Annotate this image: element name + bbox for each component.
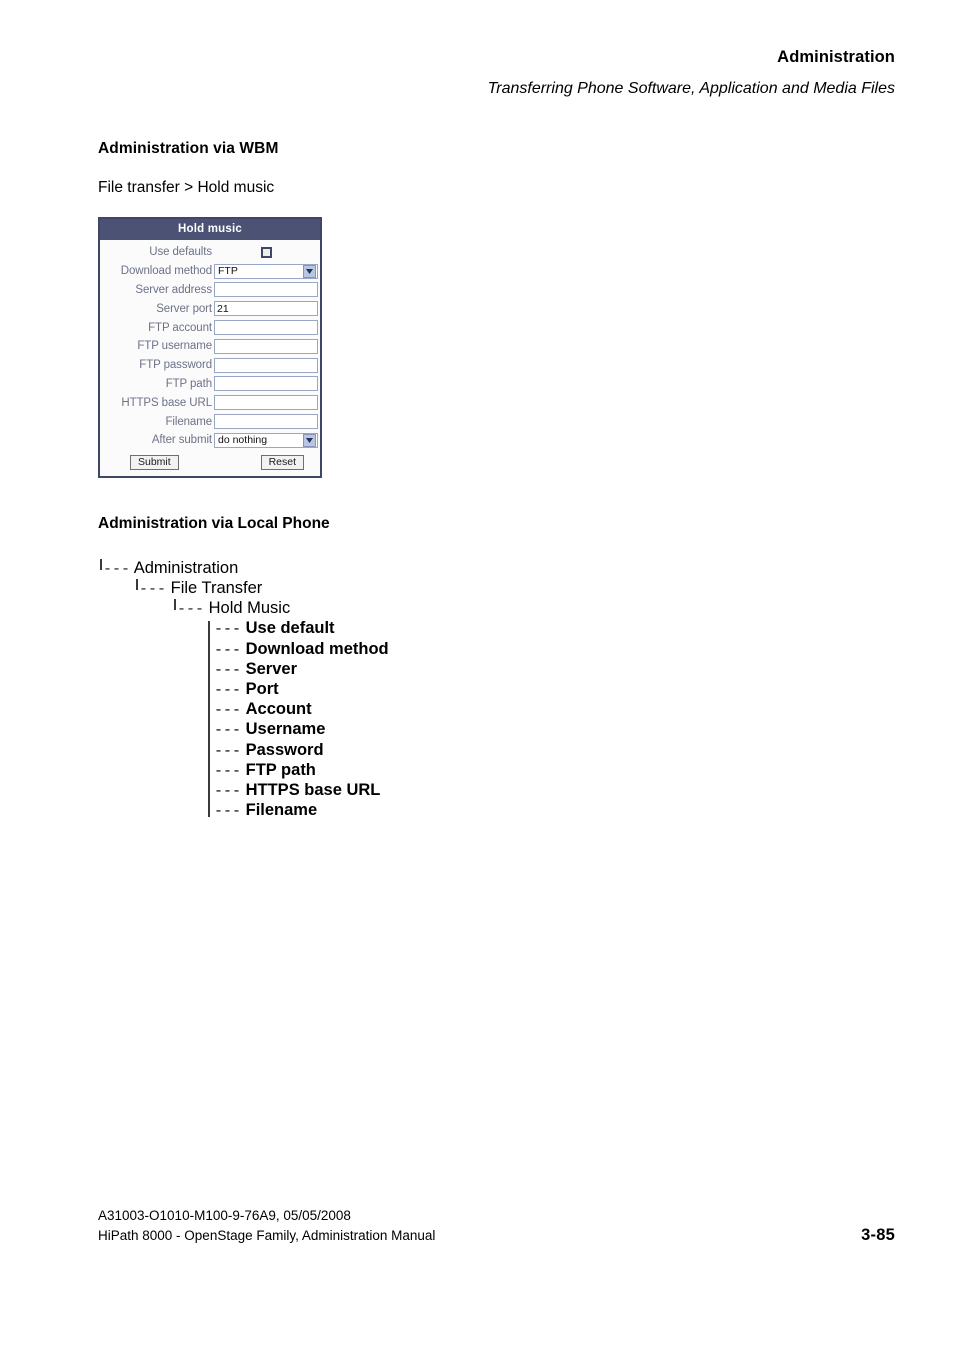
tree-branch-marker: --- [214, 661, 242, 679]
tree-leaf-label: HTTPS base URL [245, 781, 381, 799]
tree-leaf-server: --- Server [208, 660, 898, 680]
chevron-down-icon[interactable] [303, 264, 316, 278]
tree-leaf-use-default: --- Use default [208, 619, 898, 639]
tree-leaf-label: Download method [245, 639, 389, 658]
tree-node-hold-music: --- Hold Music [98, 599, 898, 619]
tree-leaf-label: Account [245, 700, 312, 719]
ftp-password-input[interactable] [214, 357, 318, 373]
tree-leaf-label: Use default [245, 619, 335, 638]
ftp-path-label: FTP path [165, 377, 212, 390]
form-row: Server port 21 [102, 299, 318, 318]
tree-node-file-transfer: --- File Transfer [98, 578, 898, 599]
server-address-input[interactable] [214, 282, 318, 298]
after-submit-value: do nothing [218, 433, 268, 446]
tree-label-administration: Administration [133, 558, 239, 577]
tree-leaf-label: Server [245, 659, 297, 678]
tree-label-hold-music: Hold Music [208, 599, 291, 618]
ftp-account-label: FTP account [148, 321, 212, 334]
header-subtitle: Transferring Phone Software, Application… [487, 79, 895, 97]
use-defaults-checkbox[interactable] [260, 246, 272, 258]
breadcrumb: File transfer > Hold music [98, 179, 275, 196]
ftp-account-input[interactable] [214, 320, 318, 336]
tree-leaf-account: --- Account [208, 700, 898, 720]
tree-leaf-label: Port [245, 679, 279, 698]
https-base-url-label: HTTPS base URL [121, 396, 212, 409]
tree-branch-marker: --- [177, 601, 205, 619]
form-row: Server address [102, 281, 318, 300]
tree-connector [174, 599, 176, 611]
tree-leaf-ftp-path: --- FTP path [208, 761, 898, 781]
https-base-url-input[interactable] [214, 395, 318, 411]
form-button-row: Submit Reset [102, 452, 318, 472]
section-heading-wbm: Administration via WBM [98, 140, 279, 157]
form-row: Use defaults [102, 243, 318, 262]
page-running-header: Administration Transferring Phone Softwa… [488, 48, 895, 98]
filename-label: Filename [165, 415, 213, 428]
download-method-select[interactable]: FTP [214, 263, 318, 279]
tree-connector [136, 578, 138, 590]
filename-input[interactable] [214, 414, 318, 430]
tree-branch-marker: --- [214, 641, 242, 659]
tree-leaf-label: FTP path [245, 760, 316, 779]
server-address-label: Server address [135, 283, 212, 296]
tree-leaf-username: --- Username [208, 720, 898, 740]
tree-leaf-port: --- Port [208, 680, 898, 700]
ftp-username-input[interactable] [214, 338, 318, 354]
ftp-path-input[interactable] [214, 376, 318, 392]
after-submit-label: After submit [151, 434, 212, 447]
tree-branch-marker: --- [214, 783, 242, 800]
form-row: FTP account [102, 318, 318, 337]
form-row: After submit do nothing [102, 431, 318, 450]
tree-branch-marker: --- [214, 621, 242, 639]
tree-branch-marker: --- [214, 681, 242, 699]
tree-branch-marker: --- [214, 803, 242, 821]
tree-branch-marker: --- [214, 762, 242, 780]
form-row: FTP username [102, 337, 318, 356]
tree-node-administration: --- Administration [98, 558, 898, 579]
page-content: Administration via WBM File transfer > H… [98, 140, 898, 821]
header-title: Administration [777, 48, 895, 66]
tree-branch-marker: --- [103, 560, 131, 578]
wbm-form-body: Use defaults Download method FTP Server … [100, 240, 320, 476]
tree-branch-marker: --- [214, 702, 242, 720]
after-submit-select[interactable]: do nothing [214, 432, 318, 448]
tree-leaf-password: --- Password [208, 741, 898, 761]
server-port-input[interactable]: 21 [214, 301, 318, 317]
form-row: Filename [102, 412, 318, 431]
form-row: Download method FTP [102, 262, 318, 281]
footer-manual-title: HiPath 8000 - OpenStage Family, Administ… [98, 1228, 436, 1244]
tree-leaf-https-base-url: --- HTTPS base URL [208, 781, 898, 801]
chevron-down-icon[interactable] [303, 433, 316, 447]
ftp-username-label: FTP username [137, 340, 212, 353]
server-port-label: Server port [156, 302, 212, 315]
tree-leaf-list: --- Use default --- Download method --- … [98, 619, 898, 821]
wbm-form-screenshot: Hold music Use defaults Download method … [98, 217, 322, 478]
download-method-label: Download method [120, 265, 212, 278]
tree-label-file-transfer: File Transfer [170, 578, 263, 597]
submit-button[interactable]: Submit [130, 454, 179, 470]
tree-branch-marker: --- [214, 722, 242, 740]
tree-leaf-label: Username [245, 720, 326, 739]
tree-branch-marker: --- [214, 742, 242, 760]
tree-leaf-filename: --- Filename [208, 801, 898, 821]
local-phone-menu-tree: --- Administration --- File Transfer ---… [98, 558, 898, 822]
use-defaults-label: Use defaults [149, 246, 212, 259]
tree-branch-marker: --- [139, 580, 167, 598]
reset-button[interactable]: Reset [260, 454, 304, 470]
ftp-password-label: FTP password [139, 359, 212, 372]
section-heading-local-phone: Administration via Local Phone [98, 514, 330, 532]
tree-connector [100, 558, 102, 570]
form-row: FTP path [102, 375, 318, 394]
form-row: FTP password [102, 356, 318, 375]
download-method-value: FTP [218, 264, 238, 277]
tree-leaf-download-method: --- Download method [208, 640, 898, 660]
footer-page-number: 3-85 [861, 1226, 895, 1245]
form-row: HTTPS base URL [102, 393, 318, 412]
tree-leaf-label: Password [245, 740, 324, 759]
footer-document-id: A31003-O1010-M100-9-76A9, 05/05/2008 [98, 1208, 351, 1224]
wbm-form-title: Hold music [100, 219, 320, 240]
tree-leaf-label: Filename [245, 801, 318, 820]
page-footer: A31003-O1010-M100-9-76A9, 05/05/2008 HiP… [98, 1207, 895, 1247]
